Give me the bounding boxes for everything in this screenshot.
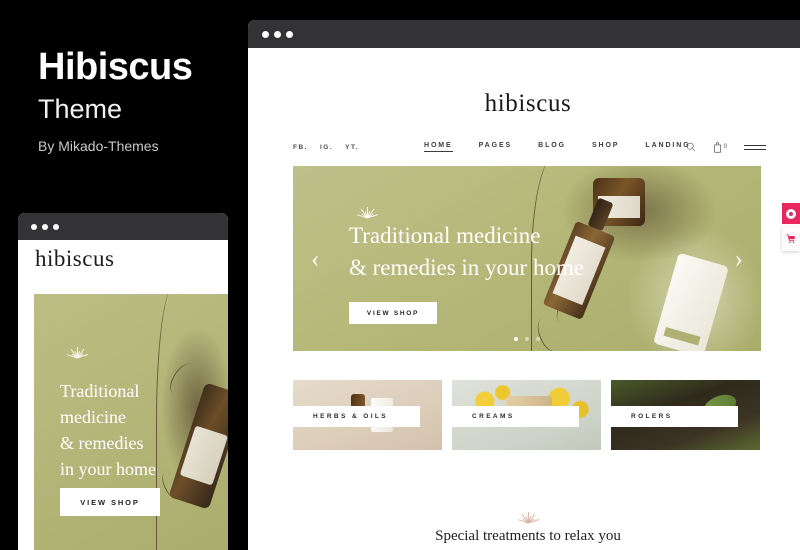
window-dot-1[interactable] — [31, 223, 37, 230]
social-link-youtube[interactable]: YT. — [345, 144, 359, 151]
main-menu: HOME PAGES BLOG SHOP LANDING — [424, 142, 691, 152]
theme-options-icon[interactable] — [782, 203, 800, 224]
category-cards: HERBS & OILS CREAMS ROLERS — [293, 380, 760, 450]
window-dot-2[interactable] — [274, 30, 281, 38]
window-dot-3[interactable] — [53, 223, 59, 230]
category-label: CREAMS — [452, 406, 579, 427]
theme-options-glyph — [786, 208, 796, 219]
slider-dot-2[interactable] — [525, 337, 529, 341]
promo-author: By Mikado-Themes — [38, 138, 159, 154]
floating-side-widgets — [782, 203, 800, 251]
window-dot-3[interactable] — [286, 30, 293, 38]
mobile-hero-heading: Traditional medicine & remedies in your … — [60, 378, 210, 482]
promo-subtitle: Theme — [38, 94, 123, 124]
mobile-site-content: hibiscus Traditional medicine & remedies… — [18, 240, 228, 550]
special-heading-line-1: Special treatments to relax you — [435, 528, 621, 544]
sunburst-icon — [510, 503, 546, 524]
category-card-herbs-and-oils[interactable]: HERBS & OILS — [293, 380, 442, 450]
desktop-window-titlebar — [248, 20, 800, 48]
special-treatments-heading: Special treatments to relax you soul bod… — [248, 526, 800, 550]
screenshot-root: Hibiscus Theme By Mikado-Themes hibiscus… — [0, 0, 800, 550]
hamburger-line-2 — [744, 148, 766, 150]
sunburst-icon — [59, 338, 95, 359]
shopping-cart-icon[interactable] — [782, 227, 800, 251]
hero-heading-line-2: & remedies in your home — [349, 254, 585, 280]
social-links: FB. IG. YT. — [293, 144, 359, 151]
hero-heading-line-1: Traditional medicine — [349, 223, 541, 248]
slider-pagination — [293, 337, 761, 341]
mobile-window-titlebar — [18, 213, 228, 240]
cart-count: 0 — [723, 144, 727, 150]
window-dot-2[interactable] — [42, 223, 48, 230]
mobile-hero-line-3: & remedies — [60, 433, 144, 454]
mobile-preview-window: hibiscus Traditional medicine & remedies… — [18, 213, 228, 550]
window-controls[interactable] — [262, 30, 293, 38]
mobile-hero-line-4: in your home — [60, 459, 156, 480]
mobile-site-logo[interactable]: hibiscus — [35, 246, 114, 272]
category-label: ROLERS — [611, 406, 738, 427]
social-link-facebook[interactable]: FB. — [293, 144, 308, 151]
hamburger-line-1 — [744, 144, 766, 146]
window-controls[interactable] — [31, 223, 59, 230]
hero-view-shop-button[interactable]: VIEW SHOP — [349, 302, 437, 324]
page-title: Hibiscus — [38, 46, 193, 88]
window-dot-1[interactable] — [262, 30, 269, 38]
navigation-actions: 0 — [686, 141, 766, 153]
slider-next-arrow-icon[interactable]: › — [734, 245, 743, 272]
slider-dot-1[interactable] — [514, 337, 518, 341]
desktop-site-content: hibiscus FB. IG. YT. HOME PAGES BLOG SHO… — [248, 48, 800, 550]
menu-item-landing[interactable]: LANDING — [645, 142, 690, 152]
search-icon[interactable] — [686, 142, 696, 152]
desktop-preview-window: hibiscus FB. IG. YT. HOME PAGES BLOG SHO… — [248, 20, 800, 550]
shopping-bag-icon[interactable]: 0 — [713, 141, 727, 153]
menu-item-shop[interactable]: SHOP — [592, 142, 619, 152]
category-card-rolers[interactable]: ROLERS — [611, 380, 760, 450]
menu-item-home[interactable]: HOME — [424, 142, 453, 152]
hamburger-icon[interactable] — [744, 144, 766, 150]
hero-heading: Traditional medicine & remedies in your … — [349, 220, 679, 283]
menu-item-blog[interactable]: BLOG — [538, 142, 566, 152]
category-label: HERBS & OILS — [293, 406, 420, 427]
slider-dot-3[interactable] — [536, 337, 540, 341]
mobile-hero-line-2: medicine — [60, 407, 126, 428]
cart-glyph — [786, 234, 795, 243]
mobile-hero-line-1: Traditional — [60, 381, 140, 401]
hero-slider: Traditional medicine & remedies in your … — [293, 166, 761, 351]
slider-prev-arrow-icon[interactable]: ‹ — [311, 245, 320, 272]
menu-item-pages[interactable]: PAGES — [479, 142, 513, 152]
site-logo[interactable]: hibiscus — [248, 90, 800, 118]
category-card-creams[interactable]: CREAMS — [452, 380, 601, 450]
mobile-view-shop-button[interactable]: VIEW SHOP — [60, 488, 160, 516]
social-link-instagram[interactable]: IG. — [320, 144, 333, 151]
sunburst-icon — [349, 198, 385, 219]
site-navigation: FB. IG. YT. HOME PAGES BLOG SHOP LANDING — [248, 134, 800, 160]
mobile-hero-slider: Traditional medicine & remedies in your … — [34, 294, 228, 550]
